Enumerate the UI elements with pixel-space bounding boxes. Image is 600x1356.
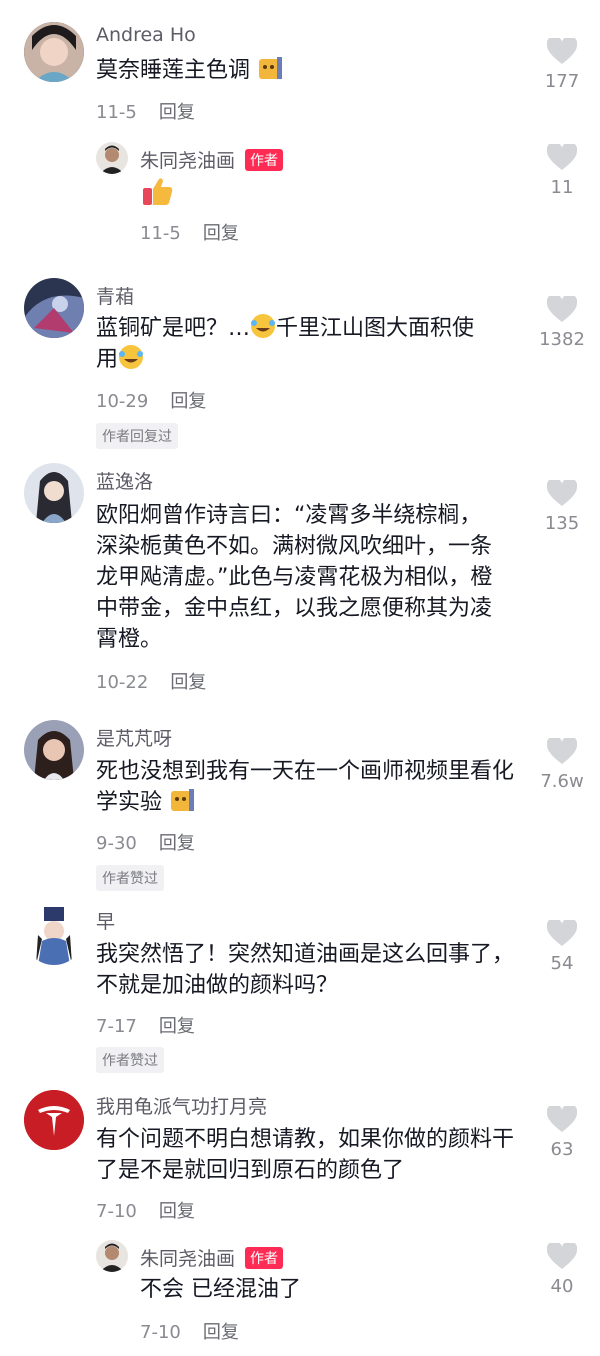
like-count: 7.6w: [540, 771, 584, 792]
like-count: 11: [550, 177, 574, 198]
heart-icon: [547, 920, 577, 946]
avatar[interactable]: [24, 463, 84, 523]
commenter-name[interactable]: 朱同尧油画: [140, 150, 235, 172]
reply-button[interactable]: 回复: [203, 1322, 239, 1343]
reply-button[interactable]: 回复: [159, 1201, 195, 1222]
avatar[interactable]: [24, 905, 84, 965]
reply-button[interactable]: 回复: [170, 672, 206, 693]
author-avatar[interactable]: [96, 1240, 128, 1272]
comment-text: 蓝铜矿是吧？…: [96, 316, 251, 341]
like-count: 135: [544, 513, 580, 534]
comment-text-end: 用: [96, 347, 119, 372]
author-avatar[interactable]: [96, 142, 128, 174]
like-count: 54: [550, 953, 574, 974]
commenter-name[interactable]: 蓝逸洛: [96, 467, 153, 494]
heart-icon: [547, 1106, 577, 1132]
commenter-name[interactable]: 朱同尧油画: [140, 1248, 235, 1270]
author-tag: 作者: [245, 1247, 284, 1269]
comment-text: 不会 已经混油了: [140, 1277, 301, 1302]
comment-date: 7-10: [140, 1322, 181, 1343]
avatar[interactable]: [24, 278, 84, 338]
like-count: 63: [550, 1139, 574, 1160]
like-button[interactable]: 135: [522, 480, 600, 534]
heart-icon: [547, 1243, 577, 1269]
avatar[interactable]: [24, 720, 84, 780]
like-button[interactable]: 54: [522, 920, 600, 974]
comment-text: 我突然悟了！突然知道油画是这么回事了，不就是加油做的颜料吗？: [96, 942, 515, 998]
comment-date: 11-5: [96, 102, 137, 123]
heart-icon: [547, 144, 577, 170]
author-tag: 作者: [245, 149, 284, 171]
reply-button[interactable]: 回复: [170, 391, 206, 412]
commenter-name[interactable]: 早: [96, 907, 115, 934]
comment-text: 欧阳炯曾作诗言曰：“凌霄多半绕棕榈，深染栀黄色不如。满树微风吹细叶，一条龙甲飐清…: [96, 503, 493, 652]
comment-text: 有个问题不明白想请教，如果你做的颜料干了是不是就回归到原石的颜色了: [96, 1127, 515, 1183]
comment-date: 11-5: [140, 223, 181, 244]
commenter-name[interactable]: 我用龟派气功打月亮: [96, 1092, 267, 1119]
like-count: 1382: [539, 329, 585, 350]
comment-date: 9-30: [96, 833, 137, 854]
thumbs-up-icon: [143, 178, 173, 205]
comment-text: 莫奈睡莲主色调: [96, 58, 251, 83]
cat-emoji-icon: [259, 57, 283, 79]
like-button[interactable]: 40: [522, 1243, 600, 1297]
like-count: 177: [544, 71, 580, 92]
like-button[interactable]: 11: [522, 144, 600, 198]
laugh-cry-emoji-icon: [119, 345, 144, 369]
reply-button[interactable]: 回复: [203, 223, 239, 244]
comment-text: 死也没想到我有一天在一个画师视频里看化学实验: [96, 759, 515, 815]
heart-icon: [547, 296, 577, 322]
heart-icon: [547, 738, 577, 764]
heart-icon: [547, 480, 577, 506]
heart-icon: [547, 38, 577, 64]
comment-text-cont: 千里江山图大面积使: [276, 316, 475, 341]
commenter-name[interactable]: 青葙: [96, 282, 134, 309]
like-count: 40: [550, 1276, 574, 1297]
reply-button[interactable]: 回复: [159, 1016, 195, 1037]
like-button[interactable]: 63: [522, 1106, 600, 1160]
like-button[interactable]: 1382: [522, 296, 600, 350]
comment-date: 10-29: [96, 391, 149, 412]
reply-button[interactable]: 回复: [159, 833, 195, 854]
reply-button[interactable]: 回复: [159, 102, 195, 123]
laugh-cry-emoji-icon: [251, 314, 276, 338]
like-button[interactable]: 177: [522, 38, 600, 92]
author-liked-badge: 作者赞过: [96, 1047, 164, 1073]
comment-date: 7-10: [96, 1201, 137, 1222]
tesla-logo-icon: [24, 1090, 84, 1150]
like-button[interactable]: 7.6w: [522, 738, 600, 792]
comment-date: 10-22: [96, 672, 149, 693]
author-replied-badge: 作者回复过: [96, 423, 178, 449]
cat-emoji-icon: [171, 789, 195, 811]
comment-date: 7-17: [96, 1016, 137, 1037]
author-liked-badge: 作者赞过: [96, 865, 164, 891]
avatar[interactable]: [24, 1090, 84, 1150]
avatar[interactable]: [24, 22, 84, 82]
commenter-name[interactable]: 是芃芃呀: [96, 724, 172, 751]
commenter-name[interactable]: Andrea Ho: [96, 24, 196, 46]
